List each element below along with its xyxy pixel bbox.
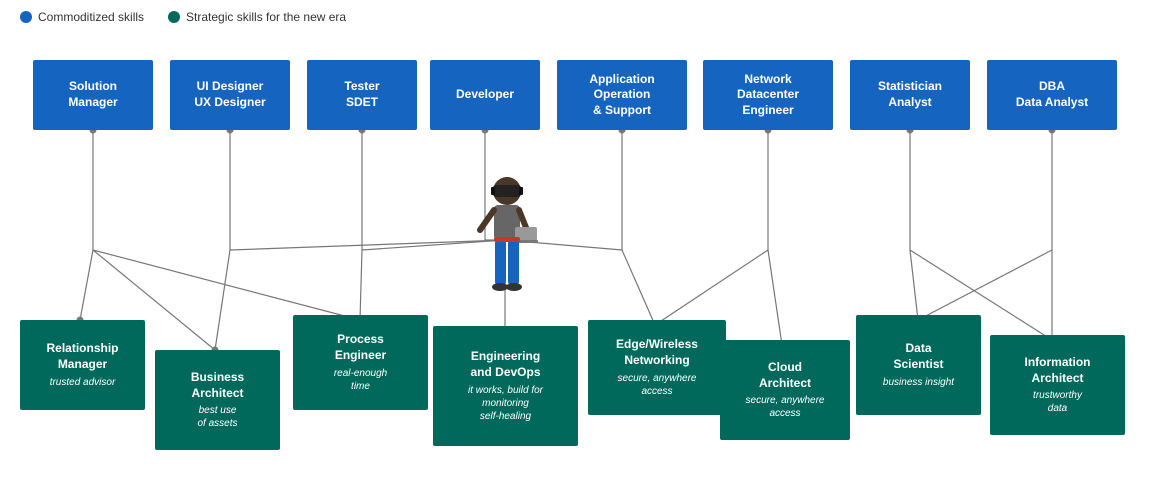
tester-title: TesterSDET: [344, 79, 379, 110]
network-engineer-title: NetworkDatacenterEngineer: [737, 72, 799, 119]
card-app-operation: ApplicationOperation& Support: [557, 60, 687, 130]
cloud-architect-subtitle: secure, anywhereaccess: [746, 394, 825, 420]
business-architect-title: BusinessArchitect: [191, 370, 244, 401]
card-data-scientist: DataScientist business insight: [856, 315, 981, 415]
engineering-devops-title: Engineeringand DevOps: [470, 349, 540, 380]
information-architect-subtitle: trustworthydata: [1033, 389, 1082, 415]
statistician-title: StatisticianAnalyst: [878, 79, 942, 110]
card-relationship-manager: RelationshipManager trusted advisor: [20, 320, 145, 410]
card-ui-designer: UI DesignerUX Designer: [170, 60, 290, 130]
card-developer: Developer: [430, 60, 540, 130]
commoditized-label: Commoditized skills: [38, 10, 144, 24]
card-dba: DBAData Analyst: [987, 60, 1117, 130]
edge-networking-title: Edge/WirelessNetworking: [616, 337, 698, 368]
legend-commoditized: Commoditized skills: [20, 10, 144, 24]
person-svg: [475, 175, 540, 320]
engineering-devops-subtitle: it works, build formonitoringself-healin…: [468, 384, 543, 423]
card-cloud-architect: CloudArchitect secure, anywhereaccess: [720, 340, 850, 440]
diagram: SolutionManager UI DesignerUX Designer T…: [0, 30, 1165, 490]
information-architect-title: InformationArchitect: [1025, 355, 1091, 386]
developer-title: Developer: [456, 87, 514, 103]
app-operation-title: ApplicationOperation& Support: [589, 72, 654, 119]
commoditized-dot: [20, 11, 32, 23]
card-process-engineer: ProcessEngineer real-enoughtime: [293, 315, 428, 410]
strategic-dot: [168, 11, 180, 23]
solution-manager-title: SolutionManager: [68, 79, 117, 110]
relationship-manager-title: RelationshipManager: [46, 341, 118, 372]
business-architect-subtitle: best useof assets: [197, 404, 237, 430]
card-network-engineer: NetworkDatacenterEngineer: [703, 60, 833, 130]
legend-strategic: Strategic skills for the new era: [168, 10, 346, 24]
ui-designer-title: UI DesignerUX Designer: [194, 79, 265, 110]
dba-title: DBAData Analyst: [1016, 79, 1088, 110]
card-business-architect: BusinessArchitect best useof assets: [155, 350, 280, 450]
data-scientist-title: DataScientist: [893, 341, 943, 372]
card-solution-manager: SolutionManager: [33, 60, 153, 130]
strategic-label: Strategic skills for the new era: [186, 10, 346, 24]
data-scientist-subtitle: business insight: [883, 376, 954, 389]
card-edge-networking: Edge/WirelessNetworking secure, anywhere…: [588, 320, 726, 415]
relationship-manager-subtitle: trusted advisor: [50, 376, 116, 389]
legend: Commoditized skills Strategic skills for…: [0, 0, 1165, 30]
card-statistician: StatisticianAnalyst: [850, 60, 970, 130]
card-engineering-devops: Engineeringand DevOps it works, build fo…: [433, 326, 578, 446]
process-engineer-title: ProcessEngineer: [335, 332, 386, 363]
person-figure: [475, 175, 540, 320]
cloud-architect-title: CloudArchitect: [759, 360, 811, 391]
card-information-architect: InformationArchitect trustworthydata: [990, 335, 1125, 435]
card-tester: TesterSDET: [307, 60, 417, 130]
process-engineer-subtitle: real-enoughtime: [334, 367, 387, 393]
edge-networking-subtitle: secure, anywhereaccess: [618, 372, 697, 398]
